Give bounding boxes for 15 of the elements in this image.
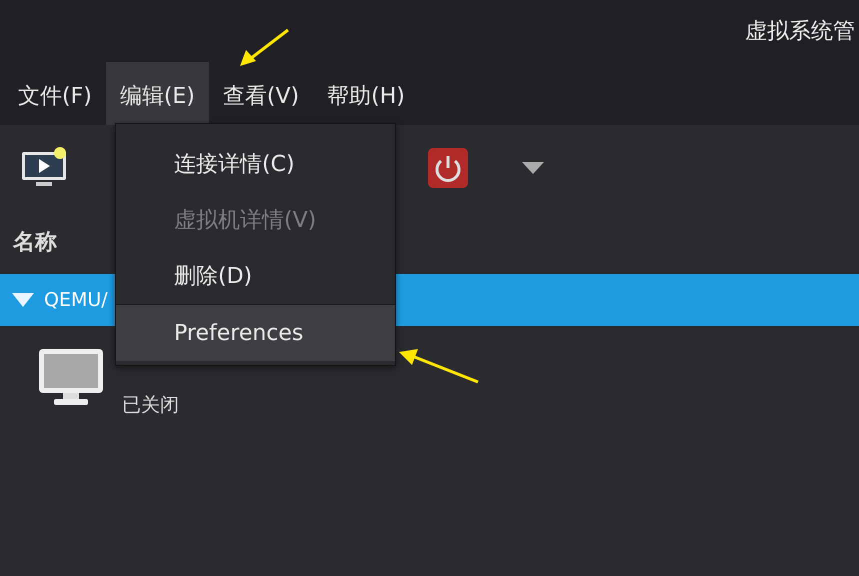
menu-item[interactable]: 帮助(H) — [313, 62, 419, 125]
menu-item[interactable]: 查看(V) — [208, 62, 314, 125]
expander-icon[interactable] — [12, 293, 34, 307]
annotation-arrow — [240, 28, 289, 66]
caret-icon[interactable] — [522, 162, 544, 174]
menu-entry[interactable]: Preferences — [116, 305, 395, 361]
menu-item[interactable]: 文件(F) — [4, 62, 106, 125]
vm-status: 已关闭 — [122, 393, 179, 418]
menu-entry[interactable]: 连接详情(C) — [116, 136, 395, 192]
connection-name: QEMU/ — [44, 289, 108, 311]
column-header: 名称 — [13, 229, 57, 257]
monitor-icon — [38, 348, 104, 406]
power-icon[interactable] — [428, 148, 468, 188]
window-title: 虚拟系统管 — [745, 18, 855, 46]
menu-item[interactable]: 编辑(E) — [106, 62, 209, 125]
